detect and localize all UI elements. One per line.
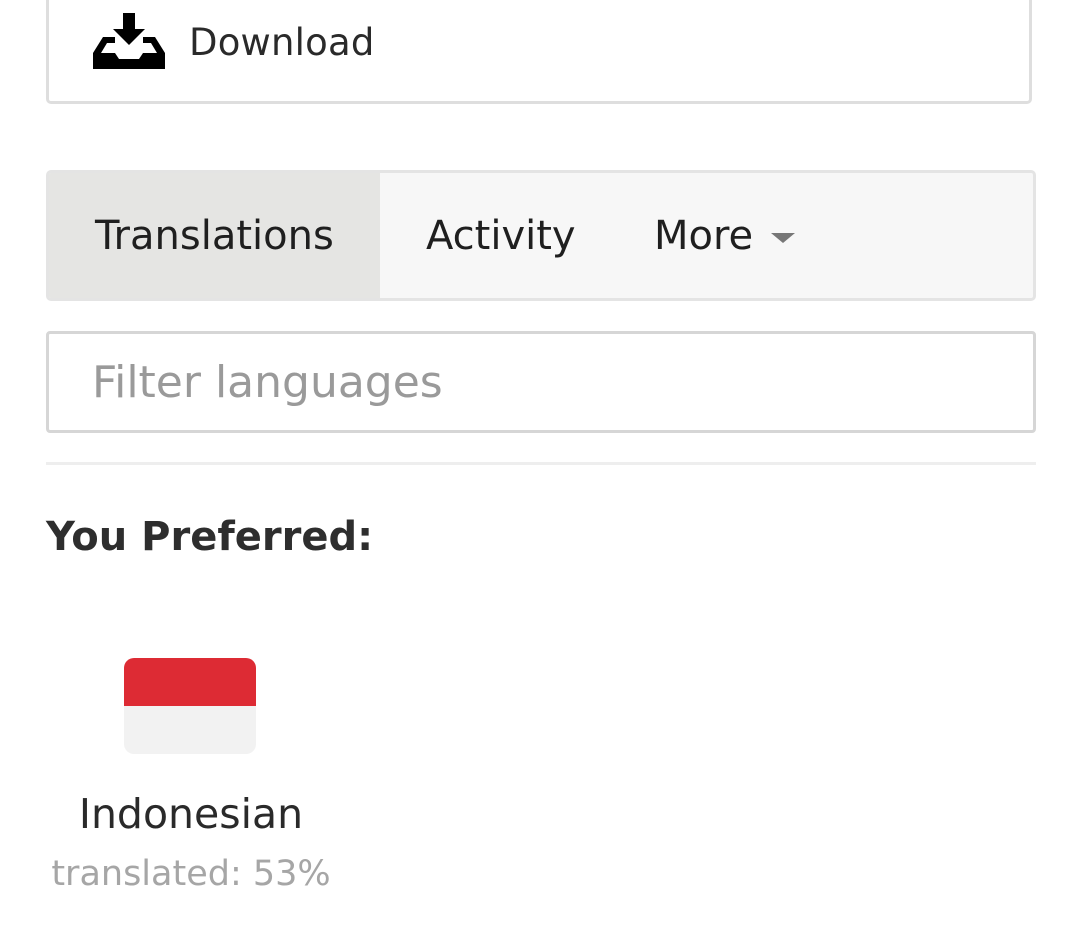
flag-white-stripe: [124, 706, 256, 754]
tab-more-dropdown[interactable]: More: [611, 173, 796, 298]
preferred-heading: You Preferred:: [46, 514, 374, 560]
tab-translations-label: Translations: [95, 212, 334, 259]
language-progress: translated: 53%: [51, 854, 331, 894]
flag-red-stripe: [124, 658, 256, 706]
language-name: Indonesian: [78, 790, 304, 838]
section-divider: [46, 462, 1036, 465]
tab-more-label: More: [654, 212, 754, 259]
tab-activity-label: Activity: [426, 212, 576, 259]
language-card-indonesian[interactable]: Indonesian translated: 53%: [46, 656, 336, 906]
download-button[interactable]: Download: [93, 2, 375, 82]
tab-bar: Translations Activity More: [46, 170, 1036, 301]
tab-translations[interactable]: Translations: [49, 173, 380, 298]
download-panel: Download: [46, 0, 1032, 104]
download-label: Download: [189, 20, 375, 64]
download-tray-icon: [93, 11, 165, 73]
tab-activity[interactable]: Activity: [380, 173, 611, 298]
indonesia-flag-icon: [124, 658, 256, 754]
filter-languages-input[interactable]: [46, 331, 1036, 433]
caret-down-icon: [771, 232, 796, 243]
